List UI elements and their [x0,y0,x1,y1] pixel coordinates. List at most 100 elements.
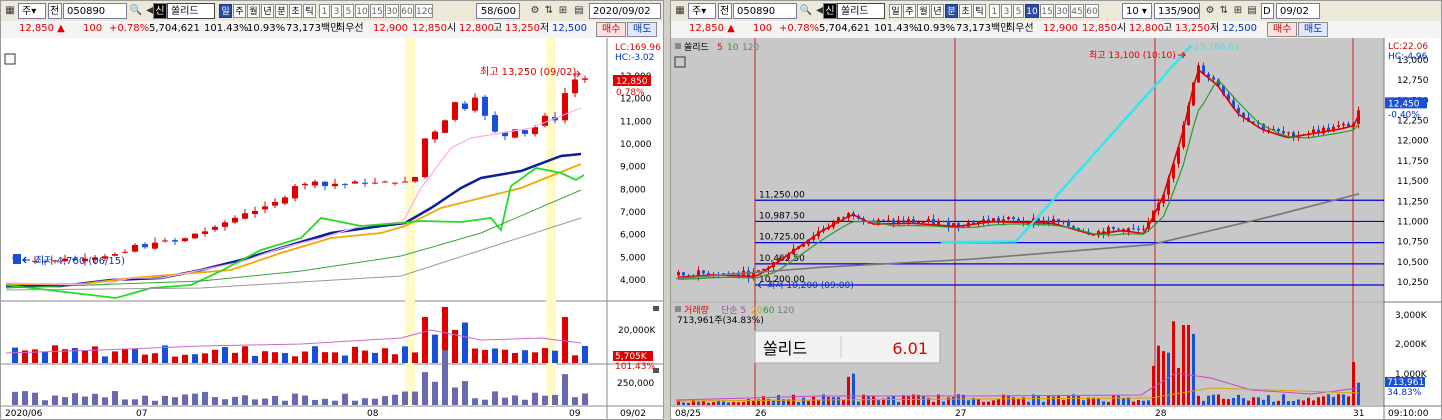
period-button-4[interactable]: 분 [275,4,288,18]
period-button-5[interactable]: 초 [289,4,302,18]
volume-bar [837,397,840,405]
candle [152,242,158,249]
buy-button[interactable]: 매수 [596,22,627,37]
volume-bar [987,401,990,405]
candle [1052,219,1055,223]
amount-bar [372,398,378,405]
period-button-1[interactable]: 주 [233,4,246,18]
ma-legend-5: 5 [717,43,723,53]
minute-button-5[interactable]: 5 [1013,4,1024,18]
ask-price: 12,900 [1043,23,1078,34]
amount-bar [352,400,358,405]
unit-select[interactable]: 10 ▾ [1122,3,1152,19]
minute-button-60[interactable]: 60 [400,4,414,18]
data-count-input[interactable]: 58/600 [476,3,520,19]
price-tick-label: 11,000 [620,117,652,127]
change-percent: +0.78% [109,23,150,34]
period-button-2[interactable]: 월 [917,4,930,18]
current-price: 12,850 ▲ [19,23,65,34]
volume-bar [707,402,710,405]
market-select[interactable]: 주▾ [688,3,716,19]
date-field[interactable]: 2020/09/02 [589,3,661,19]
window-menu-icon[interactable]: ▦ [673,4,687,18]
minute-button-120[interactable]: 120 [415,4,433,18]
filter-icon[interactable]: ▤ [572,4,586,18]
period-button-2[interactable]: 월 [247,4,260,18]
minute-button-30[interactable]: 30 [1055,4,1069,18]
minute-button-15[interactable]: 15 [1040,4,1054,18]
min-candle-marker [13,254,21,264]
sort-icon[interactable]: ⇅ [1217,4,1231,18]
collapse-icon[interactable] [675,306,681,312]
sell-button[interactable]: 매도 [627,22,658,37]
minute-candle-chart[interactable]: 쏠리드51012013,00012,75012,50012,25012,0001… [671,38,1441,420]
minute-button-45[interactable]: 45 [1070,4,1084,18]
stock-name-field[interactable]: 쏠리드 [837,3,885,19]
volume-bar [102,356,108,363]
minute-button-30[interactable]: 30 [385,4,399,18]
sell-button[interactable]: 매도 [1298,22,1329,37]
amount-bar [452,387,458,405]
minute-button-10[interactable]: 10 [355,4,369,18]
buy-button[interactable]: 매수 [1267,22,1298,37]
minute-button-3[interactable]: 3 [331,4,342,18]
minute-button-3[interactable]: 3 [1001,4,1012,18]
x-axis-label: 26 [755,409,767,419]
pane-collapse-icon[interactable] [653,368,659,373]
volume-bar [1057,394,1060,405]
period-button-3[interactable]: 년 [931,4,944,18]
high-price: 13,250 [505,23,540,34]
volume-bar [152,353,158,363]
period-button-3[interactable]: 년 [261,4,274,18]
collapse-icon[interactable] [675,43,681,49]
history-icon[interactable]: ⊞ [556,4,570,18]
period-button-0[interactable]: 일 [889,4,902,18]
volume-bar [122,349,128,363]
code-type-select[interactable]: 전 [48,3,62,19]
minute-button-60[interactable]: 60 [1085,4,1099,18]
amount-bar [512,395,518,405]
window-menu-icon[interactable]: ▦ [3,4,17,18]
indicator-settings-icon[interactable]: ⚙ [1203,4,1217,18]
period-button-0[interactable]: 일 [219,4,232,18]
volume-bar [92,346,98,363]
market-select-value: 주 [692,6,702,17]
period-button-1[interactable]: 주 [903,4,916,18]
date-checkbox[interactable]: D [1261,3,1274,19]
period-button-6[interactable]: 틱 [973,4,986,18]
volume-bar [817,400,820,405]
search-icon[interactable]: 🔍 [799,4,813,18]
stock-code-input[interactable]: 050890 [63,3,127,19]
minute-button-5[interactable]: 5 [343,4,354,18]
amount-bar [132,399,138,405]
candle [342,183,348,185]
volume-bar [712,402,715,405]
volume-bar [1302,400,1305,405]
daily-candle-chart[interactable]: 13,00012,00011,00010,0009,0008,0007,0006… [1,38,663,420]
x-axis-label: 08/25 [675,409,701,419]
minute-button-10[interactable]: 10 [1025,4,1039,18]
stock-code-input[interactable]: 050890 [733,3,797,19]
period-button-4[interactable]: 분 [945,4,958,18]
volume-bar [1332,396,1335,405]
market-select[interactable]: 주▾ [18,3,46,19]
candle [1337,125,1340,127]
minute-button-1[interactable]: 1 [989,4,1000,18]
stock-name-field[interactable]: 쏠리드 [167,3,215,19]
code-type-select[interactable]: 전 [718,3,732,19]
indicator-settings-icon[interactable]: ⚙ [528,4,542,18]
period-button-5[interactable]: 초 [959,4,972,18]
history-icon[interactable]: ⊞ [1231,4,1245,18]
filter-icon[interactable]: ▤ [1245,4,1259,18]
sort-icon[interactable]: ⇅ [542,4,556,18]
period-button-6[interactable]: 틱 [303,4,316,18]
candle [1282,131,1285,134]
pane-collapse-icon[interactable] [653,306,659,311]
data-count-input[interactable]: 135/900 [1154,3,1200,19]
price-tick-label: 12,750 [1397,76,1429,86]
minute-button-15[interactable]: 15 [370,4,384,18]
volume-bar [737,402,740,405]
date-field[interactable]: 09/02 [1276,3,1320,19]
minute-button-1[interactable]: 1 [319,4,330,18]
search-icon[interactable]: 🔍 [129,4,143,18]
